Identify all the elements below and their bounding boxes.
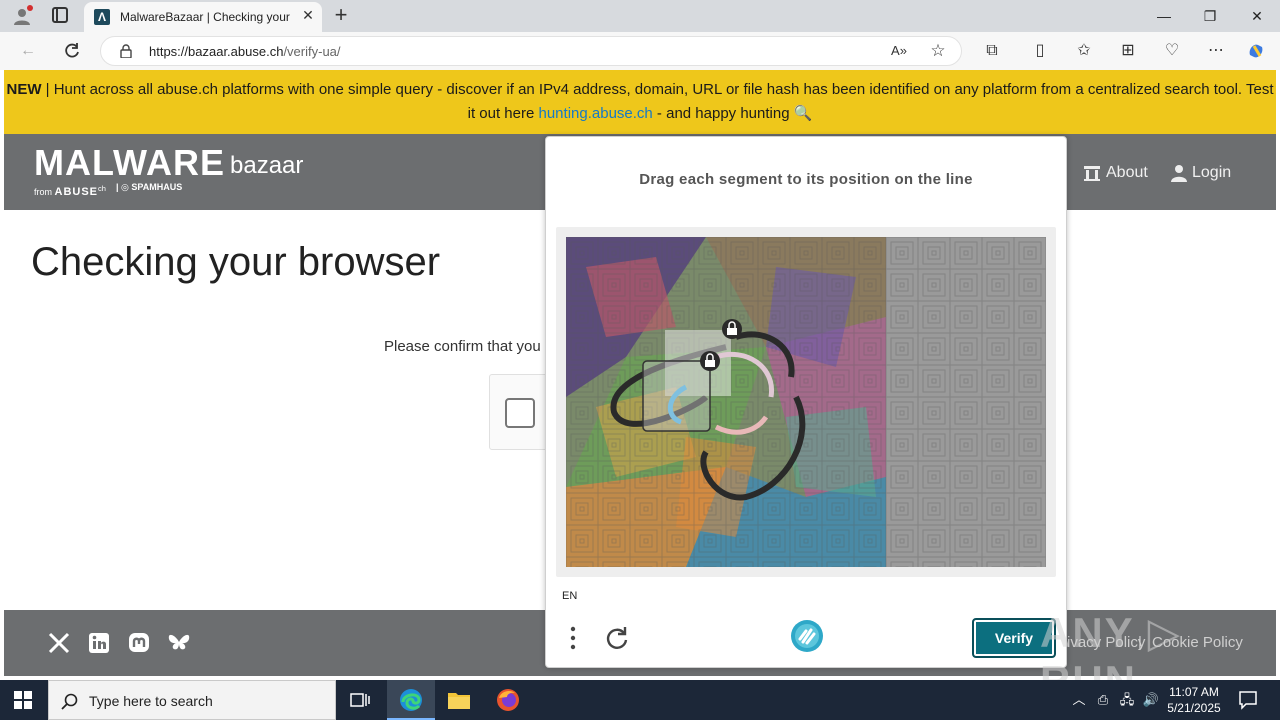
windows-start-icon[interactable] <box>14 691 32 709</box>
window-close-button[interactable]: ✕ <box>1247 6 1267 26</box>
read-aloud-icon[interactable]: A» <box>889 41 909 61</box>
browser-essentials-icon[interactable]: ♡ <box>1162 41 1182 61</box>
search-icon <box>61 693 78 710</box>
hunting-link[interactable]: hunting.abuse.ch <box>539 105 653 122</box>
extensions-icon[interactable]: ⧉ <box>982 41 1002 61</box>
search-placeholder: Type here to search <box>89 693 213 709</box>
back-arrow-icon[interactable]: ← <box>18 41 38 61</box>
malwarebazaar-favicon-icon: Λ <box>94 9 110 25</box>
banner-new-label: NEW <box>6 81 42 98</box>
tab-actions-icon[interactable] <box>52 7 68 23</box>
logo-abuse-text: ABUSE <box>54 186 99 198</box>
window-maximize-button[interactable]: ❐ <box>1200 6 1220 26</box>
logo-abuse-sup: ch <box>98 184 106 193</box>
logo-malware[interactable]: MALWARE <box>34 142 225 184</box>
split-screen-icon[interactable]: ▯ <box>1030 41 1050 61</box>
logo-spamhaus: | ◎ SPAMHAUS <box>116 182 183 192</box>
x-twitter-icon[interactable] <box>48 632 70 654</box>
user-icon <box>1171 165 1187 182</box>
favorites-icon[interactable]: ✩ <box>1074 41 1094 61</box>
browser-toolbar: ← https://bazaar.abuse.ch/verify-ua/ A» … <box>0 32 1280 70</box>
tab-title: MalwareBazaar | Checking your b <box>120 10 290 24</box>
tray-network-icon[interactable]: 🖧 <box>1118 691 1136 709</box>
edge-browser-icon <box>400 689 422 711</box>
announcement-banner: NEW | Hunt across all abuse.ch platforms… <box>4 70 1276 134</box>
taskbar-edge-app[interactable] <box>387 680 435 720</box>
task-view-icon <box>350 693 370 707</box>
tab-close-icon[interactable]: ✕ <box>300 7 316 23</box>
more-options-icon[interactable]: ⋯ <box>1206 41 1226 61</box>
url-host: https://bazaar.abuse.ch <box>149 44 284 59</box>
institution-icon <box>1084 166 1100 181</box>
browser-tab-active[interactable]: Λ MalwareBazaar | Checking your b ✕ <box>84 2 322 32</box>
taskbar-firefox-app[interactable] <box>484 680 532 720</box>
collections-icon[interactable]: ⊞ <box>1118 41 1138 61</box>
notification-center-icon[interactable] <box>1238 690 1258 710</box>
page-title: Checking your browser <box>31 240 441 284</box>
captcha-menu-icon[interactable] <box>568 625 578 651</box>
folder-icon <box>448 693 470 709</box>
firefox-icon <box>497 689 519 711</box>
address-bar[interactable]: https://bazaar.abuse.ch/verify-ua/ A» ☆ <box>100 36 962 66</box>
tray-overflow-chevron-icon[interactable]: ︿ <box>1070 691 1088 709</box>
logo-from-abuse: from ABUSEch <box>34 184 106 198</box>
nav-login-link[interactable]: Login <box>1192 164 1231 182</box>
taskbar-file-explorer-app[interactable] <box>435 680 483 720</box>
captcha-checkbox[interactable] <box>505 398 535 428</box>
clock-time: 11:07 AM <box>1169 685 1219 699</box>
tray-volume-icon[interactable]: 🔊 <box>1142 691 1160 709</box>
logo-bazaar[interactable]: bazaar <box>230 152 303 180</box>
copilot-icon[interactable] <box>1246 41 1266 61</box>
lock-icon[interactable] <box>119 44 133 58</box>
confirm-human-text: Please confirm that you <box>384 338 541 355</box>
captcha-language-selector[interactable]: EN <box>562 590 577 602</box>
captcha-image-frame <box>556 227 1056 577</box>
captcha-refresh-icon[interactable] <box>604 625 630 651</box>
taskbar-clock[interactable]: 11:07 AM 5/21/2025 <box>1162 684 1226 716</box>
clock-date: 5/21/2025 <box>1167 701 1221 715</box>
new-tab-icon[interactable]: + <box>332 4 350 26</box>
mastodon-icon[interactable] <box>128 632 150 654</box>
profile-notification-dot <box>27 5 33 11</box>
linkedin-icon[interactable] <box>88 632 110 654</box>
url-path: /verify-ua/ <box>283 44 341 59</box>
favorite-star-icon[interactable]: ☆ <box>928 41 948 61</box>
nav-about-link[interactable]: About <box>1106 164 1148 182</box>
logo-from-text: from <box>34 187 52 197</box>
windows-taskbar: Type here to search ︿ ⎙ 🖧 🔊 11:07 AM 5/2… <box>0 680 1280 720</box>
captcha-checkbox-card <box>489 374 549 450</box>
hcaptcha-logo-icon[interactable] <box>790 619 824 653</box>
url-text[interactable]: https://bazaar.abuse.ch/verify-ua/ <box>149 44 341 59</box>
captcha-puzzle-canvas[interactable] <box>566 237 1046 567</box>
tray-device-icon[interactable]: ⎙ <box>1094 691 1112 709</box>
window-minimize-button[interactable]: — <box>1154 6 1174 26</box>
browser-tab-strip: Λ MalwareBazaar | Checking your b ✕ + — … <box>0 0 1280 32</box>
taskbar-search-box[interactable]: Type here to search <box>48 680 336 720</box>
task-view-button[interactable] <box>336 680 384 720</box>
bluesky-butterfly-icon[interactable] <box>168 632 190 654</box>
refresh-icon[interactable] <box>62 41 82 61</box>
captcha-prompt: Drag each segment to its position on the… <box>639 171 973 188</box>
logo-spamhaus-text: SPAMHAUS <box>131 182 183 192</box>
banner-text-end: - and happy hunting 🔍 <box>652 105 813 122</box>
captcha-challenge-dialog: Drag each segment to its position on the… <box>545 136 1067 668</box>
